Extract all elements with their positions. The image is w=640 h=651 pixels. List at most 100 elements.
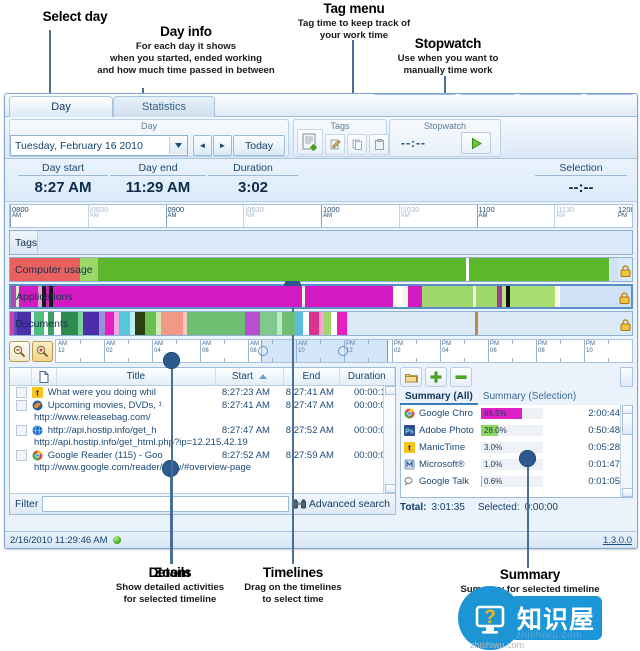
summary-row[interactable]: Google Chro 66.5% 2:00:44 [401, 405, 632, 422]
timeline-bars[interactable] [10, 258, 618, 281]
add-icon [430, 371, 442, 383]
timeline-segment[interactable] [476, 286, 498, 307]
summary-row[interactable]: Google Talk 0.6% 0:01:05 [401, 473, 632, 490]
row-checkbox[interactable] [16, 387, 27, 398]
export-button[interactable]: Export [459, 94, 517, 95]
edit-tag-button[interactable] [325, 134, 345, 155]
copy-tag-button[interactable] [347, 134, 367, 155]
timeline-label: Documents [15, 317, 69, 330]
timeline-segment[interactable] [98, 258, 466, 281]
lock-icon[interactable] [620, 318, 631, 331]
ruler-label: 0900 AM [167, 205, 185, 219]
time-ruler[interactable]: 0800 AM |0830 AM 0900 AM |0930 AM 1000 AM |1030 AM 1… [9, 204, 633, 228]
details-scrollbar[interactable] [383, 386, 395, 493]
row-checkbox[interactable] [16, 450, 27, 461]
help-button[interactable]: ? Help [585, 94, 634, 95]
version-label[interactable]: 1.3.0.0 [603, 535, 632, 546]
table-row[interactable]: Google Reader (115) - Goo 8:27:52 AM 8:27:… [10, 449, 395, 462]
paste-tag-button[interactable] [369, 134, 389, 155]
table-row[interactable]: http://api.hostip.info/get_h 8:27:47 AM 8:… [10, 424, 395, 437]
table-row[interactable]: t What were you doing whil 8:27:23 AM 8:27:… [10, 386, 395, 399]
timeline-segment[interactable] [559, 286, 568, 307]
zoom-selection-window[interactable] [261, 340, 389, 362]
advanced-search-button[interactable]: Advanced search [292, 498, 395, 510]
prev-day-button[interactable]: ◄ [193, 135, 212, 156]
table-row[interactable]: Upcoming movies, DVDs, ¹ 8:27:41 AM 8:27:4… [10, 399, 395, 412]
timeline-segment[interactable] [308, 312, 319, 335]
timeline-segment[interactable] [421, 286, 474, 307]
timeline-segment[interactable] [281, 312, 295, 335]
summary-remove-button[interactable] [450, 367, 472, 387]
details-header-check[interactable] [10, 368, 32, 385]
settings-button[interactable]: Settings [518, 94, 584, 95]
timeline-segment[interactable] [347, 312, 475, 335]
summary-row[interactable]: Microsoft® 1.0% 0:01:47 [401, 456, 632, 473]
timeline-bars[interactable] [10, 231, 618, 254]
backup-now-button[interactable]: Backup now [372, 94, 458, 95]
row-checkbox[interactable] [16, 425, 27, 436]
tab-day[interactable]: Day [9, 96, 113, 117]
scroll-thumb[interactable] [622, 413, 632, 435]
lock-icon[interactable] [620, 264, 631, 277]
details-rows[interactable]: t What were you doing whil 8:27:23 AM 8:27:… [10, 386, 395, 493]
timeline-segment[interactable] [509, 286, 556, 307]
summary-scroll-thumb[interactable] [620, 367, 633, 387]
chevron-down-icon[interactable] [169, 137, 187, 154]
scroll-down-arrow[interactable] [385, 484, 395, 493]
timeline-segment[interactable] [119, 312, 131, 335]
timeline-segment[interactable] [324, 312, 332, 335]
details-header-duration[interactable]: Duration [340, 368, 395, 385]
zoom-scrollbar[interactable]: AM 12 AM 02 AM 04 AM 06 AM 08 AM 10 PM 12 PM 02 PM 04 PM 06… [55, 339, 633, 363]
timeline-computer-usage[interactable]: Computer usage [9, 257, 633, 282]
new-tag-button[interactable] [297, 129, 323, 155]
filter-input[interactable] [42, 496, 289, 512]
timeline-applications[interactable]: Applications [9, 284, 633, 309]
timeline-segment[interactable] [135, 312, 145, 335]
timeline-segment[interactable] [469, 258, 609, 281]
zoom-handle[interactable] [258, 346, 269, 356]
tab-summary-selection[interactable]: Summary (Selection) [478, 389, 581, 405]
next-day-button[interactable]: ► [213, 135, 232, 156]
details-header-title[interactable]: Title [57, 368, 216, 385]
lock-icon[interactable] [619, 291, 630, 304]
tab-statistics[interactable]: Statistics [113, 96, 215, 117]
timeline-segment[interactable] [53, 286, 302, 307]
timeline-segment[interactable] [160, 312, 183, 335]
today-button[interactable]: Today [233, 135, 285, 156]
timeline-segment[interactable] [477, 312, 612, 335]
timeline-segment[interactable] [82, 312, 99, 335]
timeline-bars[interactable] [11, 286, 617, 307]
timeline-segment[interactable] [305, 286, 394, 307]
timeline-segment[interactable] [187, 312, 246, 335]
row-checkbox[interactable] [16, 400, 27, 411]
timeline-segment[interactable] [144, 312, 156, 335]
timeline-segment[interactable] [408, 286, 422, 307]
tab-summary-all[interactable]: Summary (All) [400, 389, 478, 405]
annotation-zoom: Zoom [132, 565, 212, 580]
stopwatch-start-button[interactable] [461, 132, 491, 154]
timeline-segment[interactable] [245, 312, 260, 335]
timeline-tags[interactable]: Tags [9, 230, 633, 255]
summary-folder-button[interactable] [400, 367, 422, 387]
zoom-in-button[interactable] [32, 340, 53, 362]
summary-row[interactable]: Ps Adobe Photo 28.0% 0:50:48 [401, 422, 632, 439]
scroll-down-arrow[interactable] [622, 488, 632, 497]
total-label: Total: [400, 501, 427, 513]
details-header-start[interactable]: Start [216, 368, 285, 385]
timeline-segment[interactable] [259, 312, 277, 335]
timeline-segment[interactable] [337, 312, 348, 335]
timeline-documents[interactable]: Documents [9, 311, 633, 336]
details-header-doc-icon[interactable] [32, 368, 58, 385]
timeline-segment[interactable] [294, 312, 304, 335]
timeline-segment[interactable] [104, 312, 115, 335]
timeline-segment[interactable] [608, 258, 618, 281]
scroll-up-arrow[interactable] [385, 386, 395, 395]
summary-add-button[interactable] [425, 367, 447, 387]
summary-row[interactable]: t ManicTime 3.0% 0:05:28 [401, 439, 632, 456]
zoom-handle[interactable] [337, 346, 348, 356]
summary-chart[interactable]: Google Chro 66.5% 2:00:44 Ps Adobe Photo 28.0… [400, 405, 633, 498]
summary-scrollbar[interactable] [620, 405, 632, 497]
timeline-bars[interactable] [10, 312, 618, 335]
date-picker[interactable]: Tuesday, February 16 2010 [10, 135, 188, 156]
zoom-out-button[interactable] [9, 340, 30, 362]
